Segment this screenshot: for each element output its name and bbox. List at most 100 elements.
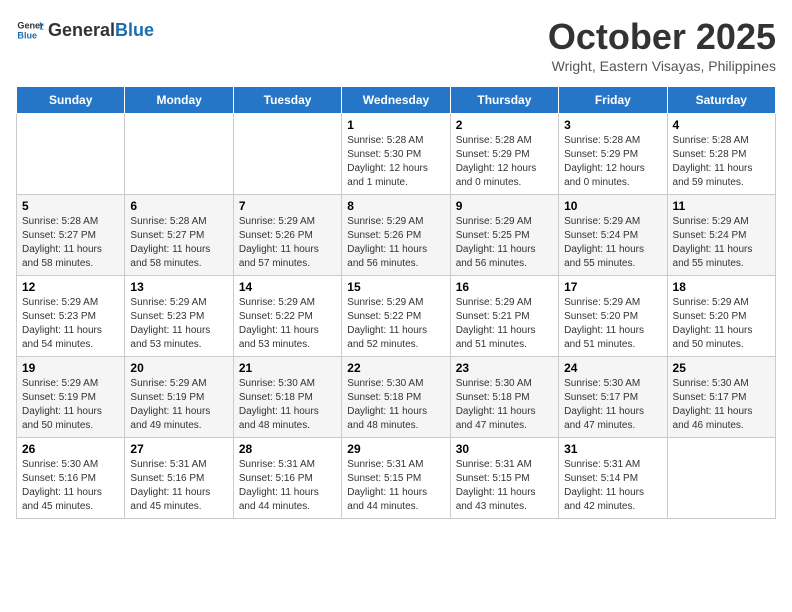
day-number: 19	[22, 361, 119, 375]
logo-general-text: General	[48, 20, 115, 40]
calendar-cell: 16 Sunrise: 5:29 AM Sunset: 5:21 PM Dayli…	[450, 276, 558, 357]
day-number: 17	[564, 280, 661, 294]
day-info: Sunrise: 5:31 AM Sunset: 5:16 PM Dayligh…	[239, 458, 336, 514]
calendar-cell	[17, 114, 125, 195]
calendar-cell: 22 Sunrise: 5:30 AM Sunset: 5:18 PM Dayli…	[342, 357, 450, 438]
day-info: Sunrise: 5:29 AM Sunset: 5:19 PM Dayligh…	[130, 377, 227, 433]
month-title: October 2025	[548, 16, 776, 58]
day-info: Sunrise: 5:29 AM Sunset: 5:24 PM Dayligh…	[564, 215, 661, 271]
day-info: Sunrise: 5:31 AM Sunset: 5:14 PM Dayligh…	[564, 458, 661, 514]
day-info: Sunrise: 5:29 AM Sunset: 5:23 PM Dayligh…	[22, 296, 119, 352]
calendar-week-1: 1 Sunrise: 5:28 AM Sunset: 5:30 PM Daylig…	[17, 114, 776, 195]
calendar-cell: 5Sunrise: 5:28 AM Sunset: 5:27 PM Daylig…	[17, 195, 125, 276]
day-info: Sunrise: 5:28 AM Sunset: 5:30 PM Dayligh…	[347, 134, 444, 190]
calendar-week-4: 19 Sunrise: 5:29 AM Sunset: 5:19 PM Dayli…	[17, 357, 776, 438]
day-number: 30	[456, 442, 553, 456]
day-number: 25	[673, 361, 770, 375]
day-info: Sunrise: 5:31 AM Sunset: 5:16 PM Dayligh…	[130, 458, 227, 514]
calendar-body: 1 Sunrise: 5:28 AM Sunset: 5:30 PM Daylig…	[17, 114, 776, 519]
day-number: 28	[239, 442, 336, 456]
days-header-row: SundayMondayTuesdayWednesdayThursdayFrid…	[17, 87, 776, 114]
calendar-cell: 23Sunrise: 5:30 AM Sunset: 5:18 PM Dayli…	[450, 357, 558, 438]
calendar-cell: 26 Sunrise: 5:30 AM Sunset: 5:16 PM Dayli…	[17, 438, 125, 519]
day-number: 6	[130, 199, 227, 213]
calendar-cell: 30Sunrise: 5:31 AM Sunset: 5:15 PM Dayli…	[450, 438, 558, 519]
calendar-cell: 13 Sunrise: 5:29 AM Sunset: 5:23 PM Dayli…	[125, 276, 233, 357]
title-area: October 2025 Wright, Eastern Visayas, Ph…	[548, 16, 776, 74]
day-info: Sunrise: 5:29 AM Sunset: 5:20 PM Dayligh…	[564, 296, 661, 352]
logo-blue-text: Blue	[115, 20, 154, 40]
calendar-cell: 25 Sunrise: 5:30 AM Sunset: 5:17 PM Dayli…	[667, 357, 775, 438]
calendar-cell: 20 Sunrise: 5:29 AM Sunset: 5:19 PM Dayli…	[125, 357, 233, 438]
day-info: Sunrise: 5:30 AM Sunset: 5:18 PM Dayligh…	[239, 377, 336, 433]
day-info: Sunrise: 5:31 AM Sunset: 5:15 PM Dayligh…	[347, 458, 444, 514]
day-number: 29	[347, 442, 444, 456]
day-number: 12	[22, 280, 119, 294]
day-info: Sunrise: 5:29 AM Sunset: 5:22 PM Dayligh…	[347, 296, 444, 352]
day-info: Sunrise: 5:29 AM Sunset: 5:25 PM Dayligh…	[456, 215, 553, 271]
calendar-cell: 7 Sunrise: 5:29 AM Sunset: 5:26 PM Daylig…	[233, 195, 341, 276]
calendar-week-3: 12 Sunrise: 5:29 AM Sunset: 5:23 PM Dayli…	[17, 276, 776, 357]
day-info: Sunrise: 5:29 AM Sunset: 5:22 PM Dayligh…	[239, 296, 336, 352]
day-info: Sunrise: 5:30 AM Sunset: 5:17 PM Dayligh…	[673, 377, 770, 433]
logo: General Blue GeneralBlue	[16, 16, 154, 44]
day-number: 4	[673, 118, 770, 132]
calendar-week-5: 26 Sunrise: 5:30 AM Sunset: 5:16 PM Dayli…	[17, 438, 776, 519]
calendar-cell: 24Sunrise: 5:30 AM Sunset: 5:17 PM Dayli…	[559, 357, 667, 438]
calendar-cell: 15 Sunrise: 5:29 AM Sunset: 5:22 PM Dayli…	[342, 276, 450, 357]
day-number: 10	[564, 199, 661, 213]
calendar-cell: 6 Sunrise: 5:28 AM Sunset: 5:27 PM Daylig…	[125, 195, 233, 276]
day-number: 23	[456, 361, 553, 375]
day-info: Sunrise: 5:29 AM Sunset: 5:19 PM Dayligh…	[22, 377, 119, 433]
calendar-cell: 18Sunrise: 5:29 AM Sunset: 5:20 PM Dayli…	[667, 276, 775, 357]
day-number: 16	[456, 280, 553, 294]
calendar-cell: 2Sunrise: 5:28 AM Sunset: 5:29 PM Daylig…	[450, 114, 558, 195]
day-info: Sunrise: 5:29 AM Sunset: 5:23 PM Dayligh…	[130, 296, 227, 352]
day-info: Sunrise: 5:28 AM Sunset: 5:28 PM Dayligh…	[673, 134, 770, 190]
day-number: 22	[347, 361, 444, 375]
day-number: 27	[130, 442, 227, 456]
calendar-week-2: 5 Sunrise: 5:28 AM Sunset: 5:27 PM Daylig…	[17, 195, 776, 276]
day-info: Sunrise: 5:29 AM Sunset: 5:21 PM Dayligh…	[456, 296, 553, 352]
calendar-cell: 4 Sunrise: 5:28 AM Sunset: 5:28 PM Daylig…	[667, 114, 775, 195]
calendar-cell: 11 Sunrise: 5:29 AM Sunset: 5:24 PM Dayli…	[667, 195, 775, 276]
calendar-cell: 31 Sunrise: 5:31 AM Sunset: 5:14 PM Dayli…	[559, 438, 667, 519]
day-number: 5	[22, 199, 119, 213]
calendar-cell	[667, 438, 775, 519]
calendar-cell: 17 Sunrise: 5:29 AM Sunset: 5:20 PM Dayli…	[559, 276, 667, 357]
calendar-cell	[125, 114, 233, 195]
day-number: 9	[456, 199, 553, 213]
day-number: 7	[239, 199, 336, 213]
calendar-cell	[233, 114, 341, 195]
day-number: 20	[130, 361, 227, 375]
day-number: 1	[347, 118, 444, 132]
calendar-cell: 29 Sunrise: 5:31 AM Sunset: 5:15 PM Dayli…	[342, 438, 450, 519]
calendar-cell: 21 Sunrise: 5:30 AM Sunset: 5:18 PM Dayli…	[233, 357, 341, 438]
logo-icon: General Blue	[16, 16, 44, 44]
day-number: 26	[22, 442, 119, 456]
day-number: 8	[347, 199, 444, 213]
day-info: Sunrise: 5:29 AM Sunset: 5:20 PM Dayligh…	[673, 296, 770, 352]
day-info: Sunrise: 5:28 AM Sunset: 5:29 PM Dayligh…	[564, 134, 661, 190]
day-number: 13	[130, 280, 227, 294]
day-info: Sunrise: 5:29 AM Sunset: 5:24 PM Dayligh…	[673, 215, 770, 271]
calendar-cell: 10 Sunrise: 5:29 AM Sunset: 5:24 PM Dayli…	[559, 195, 667, 276]
day-info: Sunrise: 5:30 AM Sunset: 5:16 PM Dayligh…	[22, 458, 119, 514]
calendar-cell: 12 Sunrise: 5:29 AM Sunset: 5:23 PM Dayli…	[17, 276, 125, 357]
day-header-saturday: Saturday	[667, 87, 775, 114]
calendar-table: SundayMondayTuesdayWednesdayThursdayFrid…	[16, 86, 776, 519]
day-info: Sunrise: 5:29 AM Sunset: 5:26 PM Dayligh…	[239, 215, 336, 271]
day-number: 15	[347, 280, 444, 294]
day-number: 24	[564, 361, 661, 375]
day-info: Sunrise: 5:28 AM Sunset: 5:27 PM Dayligh…	[130, 215, 227, 271]
calendar-cell: 14Sunrise: 5:29 AM Sunset: 5:22 PM Dayli…	[233, 276, 341, 357]
day-info: Sunrise: 5:30 AM Sunset: 5:18 PM Dayligh…	[347, 377, 444, 433]
calendar-cell: 28 Sunrise: 5:31 AM Sunset: 5:16 PM Dayli…	[233, 438, 341, 519]
day-number: 21	[239, 361, 336, 375]
day-header-tuesday: Tuesday	[233, 87, 341, 114]
calendar-cell: 1 Sunrise: 5:28 AM Sunset: 5:30 PM Daylig…	[342, 114, 450, 195]
day-number: 11	[673, 199, 770, 213]
day-number: 3	[564, 118, 661, 132]
day-number: 31	[564, 442, 661, 456]
day-info: Sunrise: 5:29 AM Sunset: 5:26 PM Dayligh…	[347, 215, 444, 271]
